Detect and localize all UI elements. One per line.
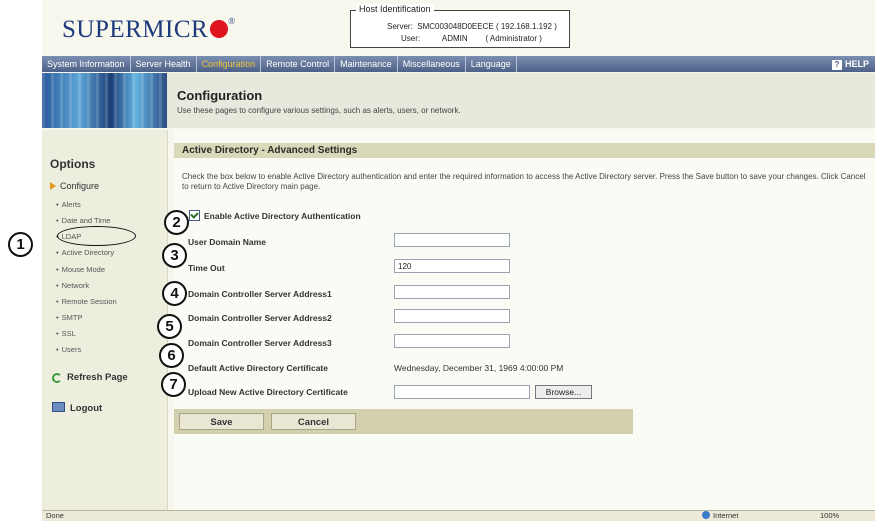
sidebar-configure[interactable]: Configure [50,181,99,191]
help-button[interactable]: ? HELP [831,56,869,72]
nav-configuration[interactable]: Configuration [197,56,262,72]
callout-5: 5 [157,314,182,339]
sidebar-item-ssl[interactable]: SSL [56,329,76,338]
host-identification-box: Server: SMC003048D0EECE ( 192.168.1.192 … [350,10,570,48]
nav-maintenance[interactable]: Maintenance [335,56,398,72]
sidebar-item-alerts[interactable]: Alerts [56,200,81,209]
host-identification-legend: Host Identification [356,4,434,14]
refresh-label: Refresh Page [67,372,128,383]
logout-label: Logout [70,403,103,414]
supermicro-logo: SUPERMICR ® [62,16,236,44]
refresh-icon [52,373,62,383]
top-navigation: System Information Server Health Configura… [42,56,875,72]
globe-icon [702,511,710,519]
logo-dot-icon [210,20,229,38]
status-text: Done [46,511,64,520]
callout-1: 1 [8,232,33,257]
callout-6: 6 [159,343,184,368]
logout-icon [52,402,65,412]
timeout-input[interactable]: 120 [394,259,510,273]
host-user-line: User: ADMIN ( Administrator ) [401,34,542,43]
default-cert-date: Wednesday, December 31, 1969 4:00:00 PM [394,363,564,373]
nav-server-health[interactable]: Server Health [131,56,197,72]
page-subtitle: Use these pages to configure various set… [177,106,461,115]
refresh-page-link[interactable]: Refresh Page [52,372,128,383]
logo-text: SUPERMICR [62,16,209,43]
logout-link[interactable]: Logout [52,402,102,414]
help-icon: ? [831,60,842,70]
configure-label: Configure [60,181,100,191]
user-domain-label: User Domain Name [188,237,266,247]
dc-address2-label: Domain Controller Server Address2 [188,313,332,323]
timeout-label: Time Out [188,263,225,273]
default-cert-label: Default Active Directory Certificate [188,363,328,373]
sidebar-item-smtp[interactable]: SMTP [56,313,83,322]
zone-label: Internet [713,511,739,520]
callout-4: 4 [162,281,187,306]
browse-button[interactable]: Browse... [535,385,592,399]
sidebar-item-network[interactable]: Network [56,281,90,290]
nav-remote-control[interactable]: Remote Control [261,56,336,72]
sidebar-item-date-and-time[interactable]: Date and Time [56,216,111,225]
nav-language[interactable]: Language [466,56,517,72]
sidebar-item-users[interactable]: Users [56,345,82,354]
status-bar [42,510,875,521]
callout-2: 2 [164,210,189,235]
security-zone: Internet [702,510,738,521]
cancel-button[interactable]: Cancel [271,413,356,430]
callout-3: 3 [162,243,187,268]
callout-7: 7 [161,372,186,397]
dc-address3-label: Domain Controller Server Address3 [188,338,332,348]
nav-miscellaneous[interactable]: Miscellaneous [398,56,466,72]
dc-address2-input[interactable] [394,309,510,323]
sidebar-item-remote-session[interactable]: Remote Session [56,297,117,306]
help-label: HELP [844,59,869,69]
section-description: Check the box below to enable Active Dir… [182,172,866,191]
logo-registered-mark: ® [228,16,236,26]
upload-cert-file-input[interactable] [394,385,530,399]
sidebar-heading: Options [50,157,96,171]
dc-address3-input[interactable] [394,334,510,348]
enable-ad-label: Enable Active Directory Authentication [204,211,361,221]
server-room-image [42,73,167,128]
ldap-highlight-ellipse [57,226,136,246]
section-title: Active Directory - Advanced Settings [182,145,358,156]
zoom-level[interactable]: 100% [820,510,839,521]
dc-address1-input[interactable] [394,285,510,299]
sidebar-item-mouse-mode[interactable]: Mouse Mode [56,265,105,274]
save-button[interactable]: Save [179,413,264,430]
user-domain-input[interactable] [394,233,510,247]
upload-cert-label: Upload New Active Directory Certificate [188,387,348,397]
page-title: Configuration [177,88,263,103]
enable-ad-checkbox[interactable] [189,210,200,221]
host-server-line: Server: SMC003048D0EECE ( 192.168.1.192 … [387,22,557,31]
nav-system-information[interactable]: System Information [42,56,131,72]
sidebar-item-active-directory[interactable]: Active Directory [56,248,115,257]
arrow-right-icon [50,182,56,190]
dc-address1-label: Domain Controller Server Address1 [188,289,332,299]
